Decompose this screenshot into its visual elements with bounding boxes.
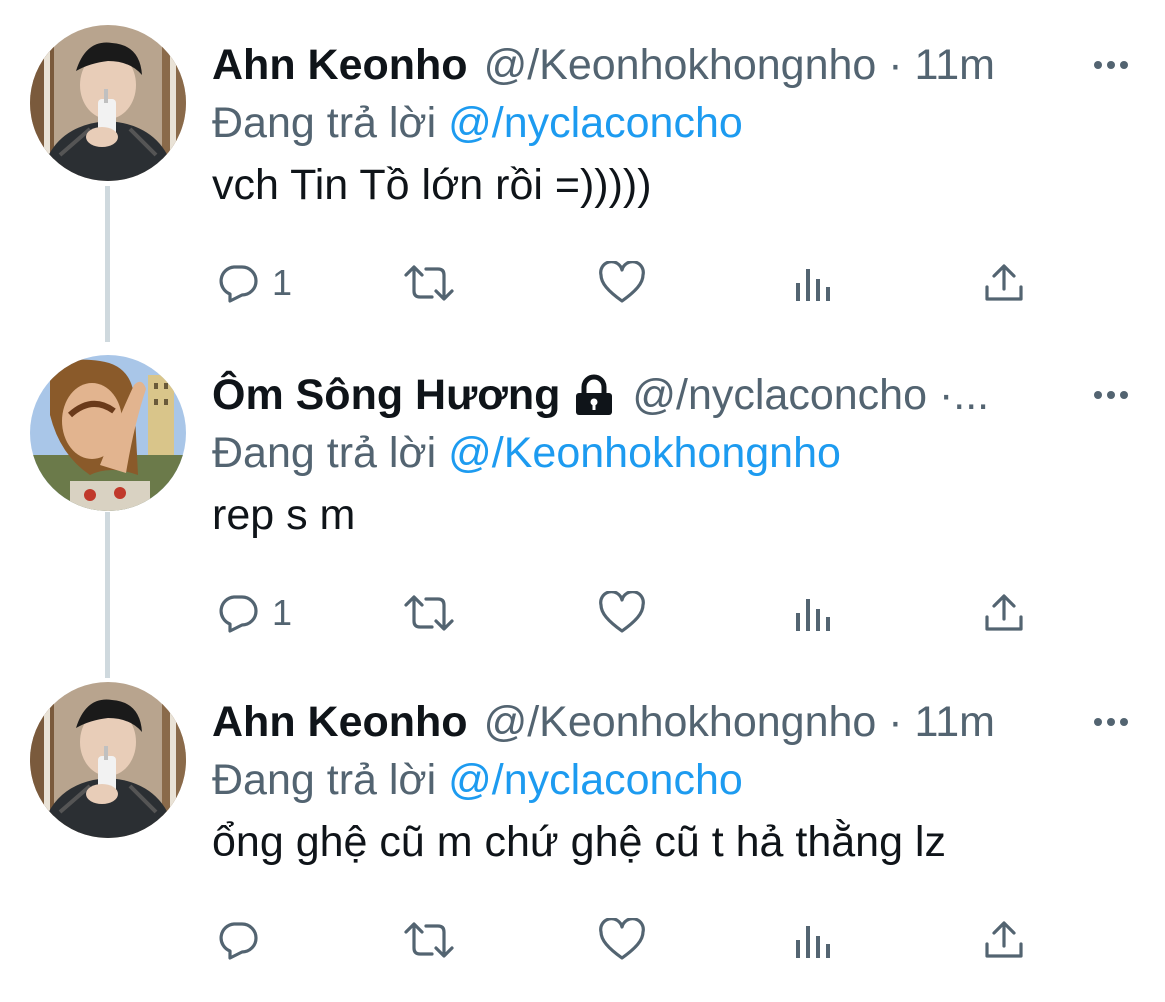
share-icon: [982, 261, 1026, 305]
replying-to-handle[interactable]: @/Keonhokhongnho: [448, 429, 841, 477]
avatar[interactable]: [30, 682, 186, 838]
display-name[interactable]: Ahn Keonho: [212, 35, 468, 95]
reply-count: 1: [272, 592, 293, 633]
heart-icon: [598, 261, 646, 305]
like-button[interactable]: [598, 583, 646, 643]
share-icon: [982, 918, 1026, 962]
retweet-button[interactable]: [402, 583, 456, 643]
analytics-button[interactable]: [794, 253, 834, 313]
tweet-actions: 1: [212, 583, 1032, 643]
avatar[interactable]: [30, 25, 186, 181]
tweet-actions: 1: [212, 253, 1032, 313]
replying-to: Đang trả lời @/Keonhokhongnho: [212, 423, 841, 483]
handle-time[interactable]: @/Keonhokhongnho · 11m: [484, 35, 995, 95]
reply-button[interactable]: 1: [216, 253, 292, 313]
more-icon[interactable]: [1075, 692, 1129, 752]
reply-icon: [216, 261, 260, 305]
retweet-icon: [402, 918, 456, 962]
replying-to-handle[interactable]: @/nyclaconcho: [448, 99, 743, 147]
analytics-icon: [794, 591, 834, 635]
replying-to-handle[interactable]: @/nyclaconcho: [448, 756, 743, 804]
like-button[interactable]: [598, 253, 646, 313]
share-button[interactable]: [982, 253, 1026, 313]
analytics-icon: [794, 918, 834, 962]
tweet[interactable]: Ahn Keonho @/Keonhokhongnho · 11m Đang t…: [0, 25, 1165, 345]
lock-icon: [572, 373, 616, 417]
replying-to-label: Đang trả lời: [212, 99, 437, 147]
more-icon[interactable]: [1075, 365, 1129, 425]
retweet-icon: [402, 261, 456, 305]
more-icon[interactable]: [1075, 35, 1129, 95]
replying-to: Đang trả lời @/nyclaconcho: [212, 93, 743, 153]
retweet-button[interactable]: [402, 253, 456, 313]
handle-time[interactable]: @/Keonhokhongnho · 11m: [484, 692, 995, 752]
analytics-button[interactable]: [794, 583, 834, 643]
tweet[interactable]: Ôm Sông Hương @/nyclaconcho ·... Đang tr…: [0, 355, 1165, 675]
reply-icon: [216, 591, 260, 635]
handle-time[interactable]: @/nyclaconcho ·...: [632, 365, 989, 425]
display-name[interactable]: Ahn Keonho: [212, 692, 468, 752]
tweet[interactable]: Ahn Keonho @/Keonhokhongnho · 11m Đang t…: [0, 682, 1165, 1002]
share-button[interactable]: [982, 910, 1026, 970]
replying-to-label: Đang trả lời: [212, 429, 437, 477]
tweet-actions: [212, 910, 1032, 970]
retweet-icon: [402, 591, 456, 635]
share-button[interactable]: [982, 583, 1026, 643]
analytics-button[interactable]: [794, 910, 834, 970]
avatar[interactable]: [30, 355, 186, 511]
display-name[interactable]: Ôm Sông Hương: [212, 365, 560, 425]
heart-icon: [598, 918, 646, 962]
analytics-icon: [794, 261, 834, 305]
tweet-header: Ahn Keonho @/Keonhokhongnho · 11m: [212, 692, 1129, 752]
reply-button[interactable]: 1: [216, 583, 292, 643]
tweet-text: vch Tin Tồ lớn rồi =))))): [212, 161, 652, 209]
like-button[interactable]: [598, 910, 646, 970]
tweet-header: Ôm Sông Hương @/nyclaconcho ·...: [212, 365, 1129, 425]
reply-count: 1: [272, 262, 293, 303]
replying-to-label: Đang trả lời: [212, 756, 437, 804]
tweet-text: rep s m: [212, 491, 356, 539]
reply-icon: [216, 918, 260, 962]
share-icon: [982, 591, 1026, 635]
heart-icon: [598, 591, 646, 635]
retweet-button[interactable]: [402, 910, 456, 970]
tweet-text: ổng ghệ cũ m chứ ghệ cũ t hả thằng lz: [212, 818, 946, 866]
reply-button[interactable]: [216, 910, 272, 970]
replying-to: Đang trả lời @/nyclaconcho: [212, 750, 743, 810]
tweet-header: Ahn Keonho @/Keonhokhongnho · 11m: [212, 35, 1129, 95]
